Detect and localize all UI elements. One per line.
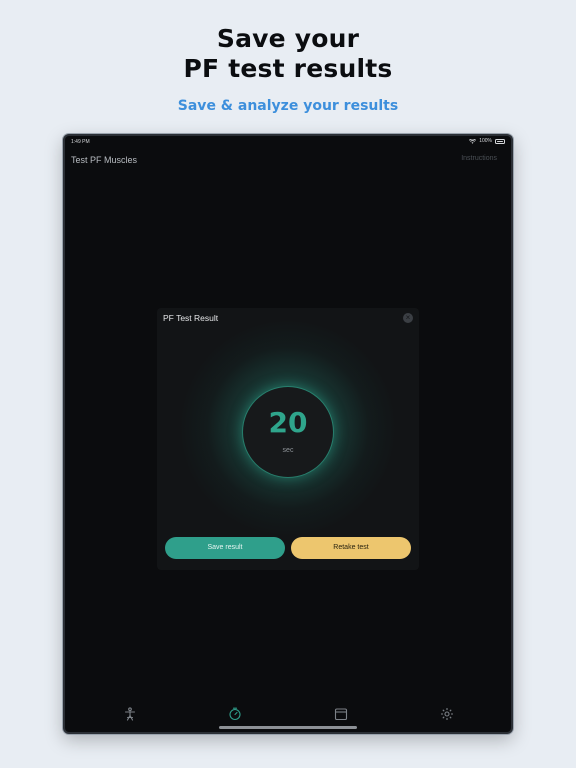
tab-settings[interactable]	[440, 707, 454, 721]
wifi-icon	[469, 138, 477, 144]
device-screen: 1:49 PM 100% Test PF Muscles Instruction…	[63, 134, 513, 734]
modal-title: PF Test Result	[163, 313, 219, 323]
promo-headline-line1: Save your	[216, 24, 360, 53]
battery-icon	[495, 138, 505, 144]
calendar-icon	[334, 707, 348, 721]
tab-calendar[interactable]	[334, 707, 348, 721]
timer-icon	[228, 707, 242, 721]
tab-test[interactable]	[228, 707, 242, 721]
nav-title: Test PF Muscles	[71, 155, 138, 165]
instructions-button[interactable]: Instructions	[461, 155, 497, 162]
status-indicators: 100%	[469, 138, 505, 144]
promo-subheadline: Save & analyze your results	[177, 98, 399, 114]
test-result-modal: PF Test Result × 20 sec Save result Reta…	[157, 308, 419, 570]
timer-circle: 20 sec	[243, 387, 333, 477]
battery-percent: 100%	[479, 138, 492, 144]
save-result-button[interactable]: Save result	[165, 537, 285, 559]
gear-icon	[440, 707, 454, 721]
timer-unit: sec	[282, 447, 294, 454]
home-indicator[interactable]	[219, 726, 357, 729]
status-time: 1:49 PM	[71, 139, 90, 145]
exercise-figure-icon	[123, 707, 137, 721]
promo-headline-line2: PF test results	[183, 54, 393, 83]
promo-headline: Save your PF test results	[0, 24, 576, 84]
status-bar: 1:49 PM 100%	[65, 136, 511, 148]
tab-exercises[interactable]	[123, 707, 137, 721]
retake-test-button[interactable]: Retake test	[291, 537, 411, 559]
close-icon[interactable]: ×	[403, 313, 413, 323]
timer-value: 20	[268, 406, 308, 439]
